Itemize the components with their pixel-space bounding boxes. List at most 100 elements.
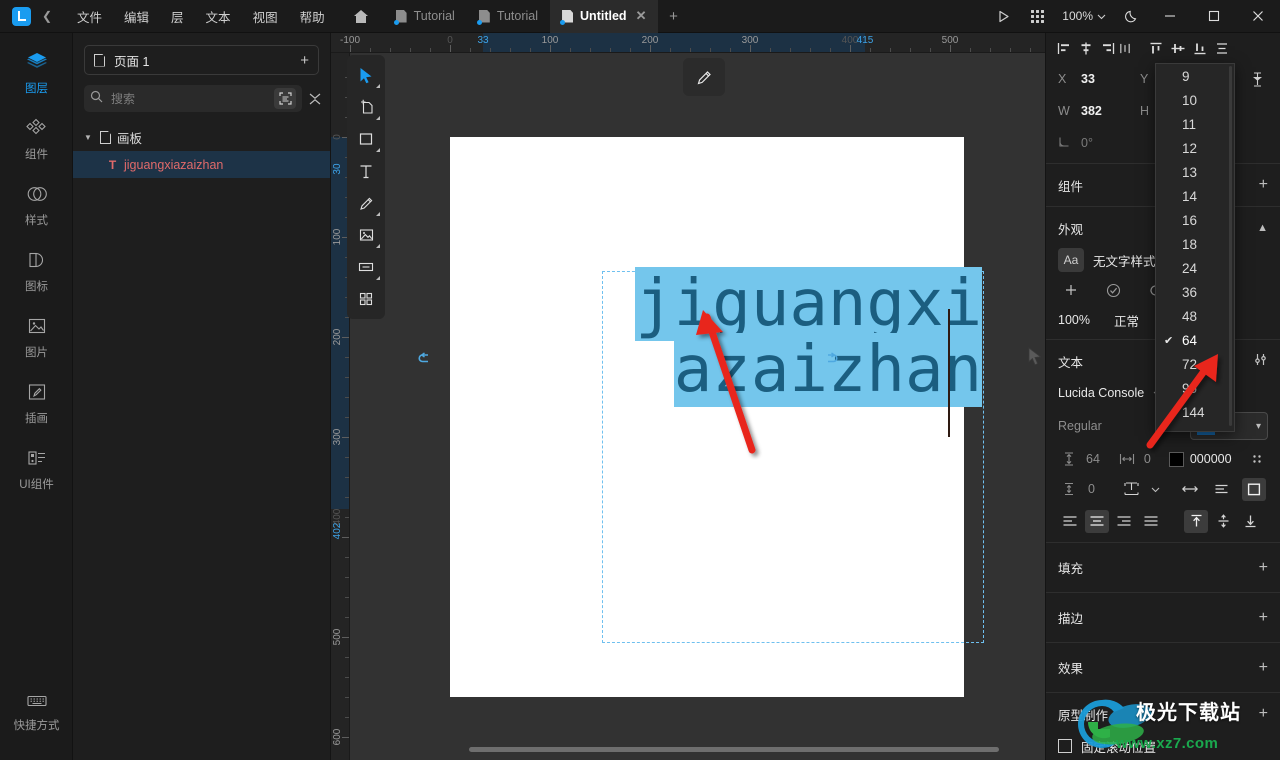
sidebar-item-styles[interactable]: 样式 — [0, 173, 73, 239]
search-input[interactable] — [111, 91, 266, 106]
rotate-right-handle[interactable] — [825, 352, 838, 368]
zoom-level-selector[interactable]: 100% — [1054, 9, 1114, 23]
chevron-down-icon[interactable] — [1151, 485, 1160, 494]
text-layer-canvas[interactable]: jiguangxi azaizhan — [603, 267, 983, 407]
sidebar-item-shortcuts[interactable]: 快捷方式 — [0, 680, 73, 746]
rotate-left-handle[interactable] — [418, 352, 431, 368]
menu-item-file[interactable]: 文件 — [66, 3, 113, 30]
maximize-button[interactable] — [1192, 0, 1236, 33]
collapse-all-icon[interactable] — [308, 88, 322, 110]
select-area-icon[interactable] — [274, 88, 296, 109]
page-selector[interactable]: 页面 1 + — [84, 45, 319, 75]
sidebar-item-illustration[interactable]: 插画 — [0, 371, 73, 437]
menu-item-text[interactable]: 文本 — [195, 3, 242, 30]
dropdown-option-12[interactable]: 12 — [1156, 136, 1234, 160]
add-stroke-button[interactable]: + — [1259, 609, 1268, 627]
chevron-up-icon[interactable]: ▲ — [1257, 222, 1268, 234]
more-options-icon[interactable] — [1246, 448, 1268, 470]
frame-tool[interactable] — [349, 91, 383, 123]
tree-row-artboard[interactable]: ▼ 画板 — [73, 124, 330, 151]
align-right-icon[interactable] — [1098, 37, 1118, 59]
sidebar-item-ui-kit[interactable]: UI组件 — [0, 437, 73, 503]
horizontal-scrollbar[interactable] — [469, 747, 999, 752]
letter-spacing-value[interactable]: 0 — [1144, 452, 1151, 466]
rotation-field[interactable]: 0° — [1058, 136, 1140, 151]
moon-theme-icon[interactable] — [1114, 0, 1148, 33]
sidebar-item-layers[interactable]: 图层 — [0, 41, 73, 107]
dropdown-option-48[interactable]: 48 — [1156, 304, 1234, 328]
dropdown-option-18[interactable]: 18 — [1156, 232, 1234, 256]
sidebar-item-icons[interactable]: 图标 — [0, 239, 73, 305]
text-valign-middle-icon[interactable] — [1211, 510, 1235, 533]
text-align-center-icon[interactable] — [1085, 509, 1109, 533]
add-fill-button[interactable]: + — [1259, 559, 1268, 577]
dropdown-option-16[interactable]: 16 — [1156, 208, 1234, 232]
dropdown-option-13[interactable]: 13 — [1156, 160, 1234, 184]
menu-item-help[interactable]: 帮助 — [289, 3, 336, 30]
dropdown-option-11[interactable]: 11 — [1156, 112, 1234, 136]
add-page-button[interactable]: + — [300, 52, 309, 69]
menu-item-edit[interactable]: 编辑 — [113, 3, 160, 30]
dropdown-option-72[interactable]: 72 — [1156, 352, 1234, 376]
text-color-hex[interactable]: 000000 — [1190, 452, 1232, 466]
distribute-vertical-icon[interactable] — [1212, 37, 1232, 59]
text-resize-icon[interactable] — [1121, 478, 1143, 500]
dropdown-option-24[interactable]: 24 — [1156, 256, 1234, 280]
tab-untitled[interactable]: Untitled ✕ — [550, 0, 659, 33]
text-color-swatch[interactable] — [1168, 451, 1184, 467]
dropdown-option-14[interactable]: 14 — [1156, 184, 1234, 208]
fixed-size-icon[interactable] — [1241, 477, 1266, 501]
menu-item-layer[interactable]: 层 — [160, 3, 195, 30]
menu-item-view[interactable]: 视图 — [242, 3, 289, 30]
edit-text-floating-button[interactable] — [683, 58, 725, 96]
font-weight-value[interactable]: Regular — [1058, 419, 1102, 433]
sidebar-item-images[interactable]: 图片 — [0, 305, 73, 371]
chevron-left-icon[interactable]: ❮ — [40, 9, 54, 23]
image-tool[interactable] — [349, 219, 383, 251]
minimize-button[interactable] — [1148, 0, 1192, 33]
paragraph-spacing-value[interactable]: 0 — [1088, 482, 1095, 496]
close-button[interactable] — [1236, 0, 1280, 33]
new-tab-button[interactable]: + — [658, 0, 688, 33]
text-selection-box[interactable]: jiguangxi azaizhan — [602, 267, 984, 643]
play-preview-icon[interactable] — [986, 0, 1020, 33]
search-box[interactable] — [84, 85, 302, 112]
chevron-down-icon[interactable]: ▾ — [1256, 421, 1261, 432]
tab-tutorial-1[interactable]: Tutorial — [384, 0, 467, 33]
tree-row-text-layer[interactable]: T jiguangxiazaizhan — [73, 151, 330, 178]
more-tools[interactable] — [349, 283, 383, 315]
text-valign-top-icon[interactable] — [1184, 509, 1208, 533]
text-align-left-icon[interactable] — [1058, 510, 1082, 533]
align-horizontal-center-icon[interactable] — [1076, 37, 1096, 59]
chevron-down-icon[interactable]: ▼ — [84, 133, 94, 142]
text-style-value[interactable]: 无文字样式 — [1093, 251, 1156, 270]
opacity-value[interactable]: 100% — [1058, 313, 1090, 327]
text-settings-icon[interactable] — [1253, 352, 1268, 370]
add-effect-button[interactable]: + — [1259, 659, 1268, 677]
text-valign-bottom-icon[interactable] — [1238, 510, 1262, 533]
blend-mode-value[interactable]: 正常 — [1114, 311, 1139, 330]
cursor-select-tool[interactable] — [349, 59, 383, 91]
close-tab-icon[interactable]: ✕ — [636, 8, 647, 24]
apps-grid-icon[interactable] — [1020, 0, 1054, 33]
plus-icon[interactable] — [1060, 279, 1082, 301]
dropdown-option-36[interactable]: 36 — [1156, 280, 1234, 304]
horizontal-ruler[interactable]: -100 0 33 100 200 300 400 415 500 — [331, 33, 1045, 53]
text-align-right-icon[interactable] — [1112, 510, 1136, 533]
dropdown-option-10[interactable]: 10 — [1156, 88, 1234, 112]
tab-tutorial-2[interactable]: Tutorial — [467, 0, 550, 33]
canvas-area[interactable]: -100 0 33 100 200 300 400 415 500 0 30 1… — [331, 33, 1045, 760]
pen-tool[interactable] — [349, 187, 383, 219]
font-size-dropdown[interactable]: 9 10 11 12 13 14 16 18 24 36 48 ✔ 64 72 … — [1155, 63, 1235, 432]
home-icon[interactable] — [350, 9, 372, 24]
app-logo-icon[interactable] — [12, 6, 31, 26]
line-height-value[interactable]: 64 — [1086, 452, 1100, 466]
auto-width-icon[interactable] — [1178, 478, 1202, 501]
rectangle-tool[interactable] — [349, 123, 383, 155]
dropdown-option-144[interactable]: 144 — [1156, 400, 1234, 424]
align-bottom-icon[interactable] — [1190, 37, 1210, 59]
add-component-button[interactable]: + — [1259, 176, 1268, 194]
align-left-icon[interactable] — [1054, 37, 1074, 59]
align-vertical-center-icon[interactable] — [1168, 37, 1188, 59]
check-circle-icon[interactable] — [1102, 279, 1124, 301]
